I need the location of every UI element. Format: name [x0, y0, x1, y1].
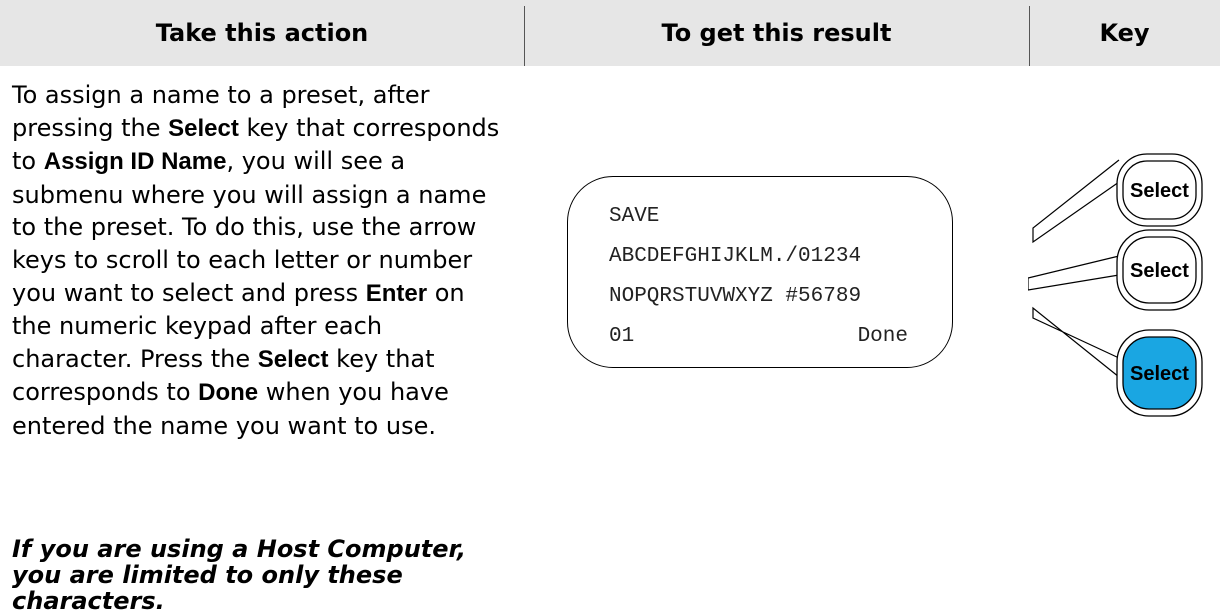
key-connector-2	[1028, 255, 1120, 291]
select-key-3-label: Select	[1130, 363, 1189, 385]
key-connector-1	[1032, 159, 1120, 244]
emphasis-assign-id-name: Assign ID Name	[43, 148, 227, 176]
emphasis-select: Select	[168, 114, 239, 142]
select-key-3[interactable]: Select	[1116, 329, 1203, 417]
select-key-1-label: Select	[1130, 180, 1189, 202]
select-key-2[interactable]: Select	[1116, 229, 1203, 311]
lcd-line-done: Done	[857, 325, 908, 348]
lcd-line-id: 01	[609, 325, 635, 348]
column-header-result: To get this result	[661, 19, 892, 47]
lcd-line-save: SAVE	[609, 205, 660, 228]
lcd-line-letters-1: ABCDEFGHIJKLM./01234	[609, 245, 862, 268]
select-key-2-label: Select	[1130, 260, 1189, 282]
emphasis-done: Done	[198, 379, 259, 407]
column-header-key: Key	[1099, 19, 1150, 47]
select-key-1[interactable]: Select	[1116, 153, 1203, 227]
emphasis-enter: Enter	[365, 279, 428, 307]
select-keys-diagram: Select Select Select	[1028, 153, 1203, 417]
lcd-display: SAVE ABCDEFGHIJKLM./01234 NOPQRSTUVWXYZ …	[567, 176, 953, 368]
action-instructions: To assign a name to a preset, after pres…	[12, 79, 508, 443]
lcd-line-letters-2: NOPQRSTUVWXYZ #56789	[609, 285, 862, 308]
host-computer-note: If you are using a Host Computer, you ar…	[12, 535, 466, 615]
column-header-action: Take this action	[155, 19, 369, 47]
emphasis-select: Select	[257, 345, 329, 373]
key-connector-3	[1032, 306, 1120, 378]
